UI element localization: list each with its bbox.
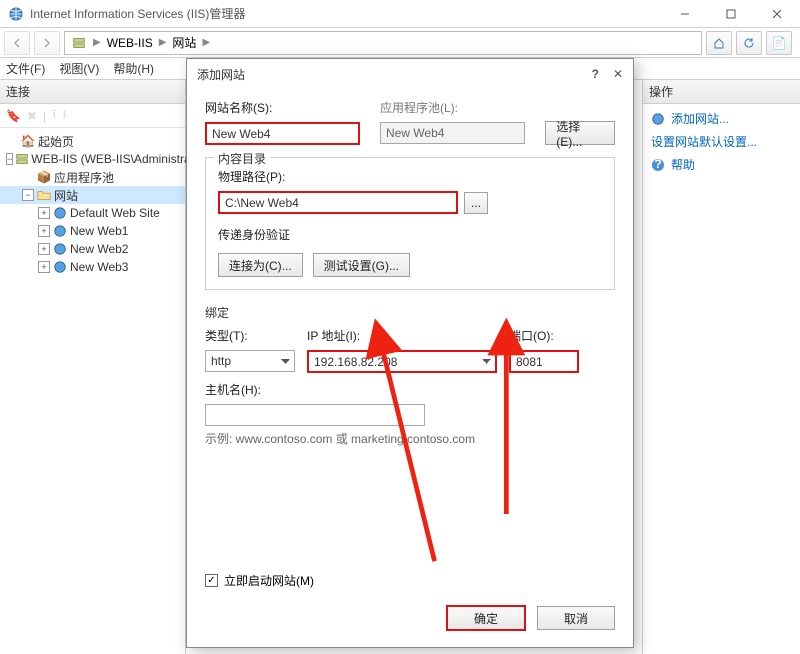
menu-help[interactable]: 帮助(H) <box>113 60 154 77</box>
type-label: 类型(T): <box>205 327 295 344</box>
delete-icon[interactable]: ✖ <box>27 109 37 123</box>
actions-header: 操作 <box>643 80 800 104</box>
physical-path-input[interactable]: C:\New Web4 <box>218 191 458 214</box>
window-title: Internet Information Services (IIS)管理器 <box>30 5 245 22</box>
expand-icon[interactable]: + <box>38 207 50 219</box>
connections-panel: 连接 🔖 ✖ | ⭱ ⭳ 🏠 起始页 − WEB-IIS (WEB-IIS\Ad… <box>0 80 186 654</box>
action-set-defaults[interactable]: 设置网站默认设置... <box>651 133 792 150</box>
test-settings-button[interactable]: 测试设置(G)... <box>313 253 410 277</box>
svg-text:?: ? <box>654 158 661 171</box>
start-immediately-checkbox[interactable]: ✓ 立即启动网站(M) <box>205 572 314 589</box>
tree-apppools[interactable]: 📦 应用程序池 <box>0 168 185 186</box>
apppool-input: New Web4 <box>380 122 525 144</box>
ip-address-select[interactable]: 192.168.82.208 <box>307 350 497 373</box>
path-label: 物理路径(P): <box>218 168 602 185</box>
tree-site[interactable]: + New Web3 <box>0 258 185 276</box>
connections-tree: 🏠 起始页 − WEB-IIS (WEB-IIS\Administrator) … <box>0 128 185 280</box>
server-icon <box>15 151 29 167</box>
hostname-example: 示例: www.contoso.com 或 marketing.contoso.… <box>205 430 615 447</box>
globe-icon <box>651 112 665 126</box>
hostname-input[interactable] <box>205 404 425 426</box>
home-icon: 🏠 <box>20 133 36 149</box>
menu-view[interactable]: 视图(V) <box>59 60 99 77</box>
expand-icon[interactable]: + <box>38 225 50 237</box>
close-button[interactable] <box>754 0 800 28</box>
port-input[interactable]: 8081 <box>509 350 579 373</box>
binding-type-select[interactable]: http <box>205 350 295 372</box>
chevron-right-icon: ▶ <box>159 37 167 48</box>
select-apppool-button[interactable]: 选择(E)... <box>545 121 615 145</box>
chevron-right-icon: ▶ <box>93 37 101 48</box>
checkbox-icon: ✓ <box>205 574 218 587</box>
home-button[interactable] <box>706 31 732 55</box>
back-button[interactable] <box>4 31 30 55</box>
tree-site[interactable]: + New Web1 <box>0 222 185 240</box>
dialog-title: 添加网站 <box>197 66 592 83</box>
globe-icon <box>52 241 68 257</box>
content-legend: 内容目录 <box>214 150 270 167</box>
connections-toolbar: 🔖 ✖ | ⭱ ⭳ <box>0 104 185 128</box>
expand-icon[interactable]: + <box>38 261 50 273</box>
menu-file[interactable]: 文件(F) <box>6 60 45 77</box>
action-help[interactable]: ? 帮助 <box>651 156 792 173</box>
minimize-button[interactable] <box>662 0 708 28</box>
tree-server[interactable]: − WEB-IIS (WEB-IIS\Administrator) <box>0 150 185 168</box>
server-icon <box>71 35 87 51</box>
down-icon[interactable]: ⭳ <box>62 105 66 126</box>
connections-header: 连接 <box>0 80 185 104</box>
action-add-website[interactable]: 添加网站... <box>651 110 792 127</box>
collapse-icon[interactable]: − <box>6 153 13 165</box>
up-icon[interactable]: ⭱ <box>52 105 56 126</box>
forward-button[interactable] <box>34 31 60 55</box>
breadcrumb-server[interactable]: WEB-IIS <box>107 36 153 50</box>
expand-icon[interactable]: + <box>38 243 50 255</box>
chevron-right-icon: ▶ <box>202 37 210 48</box>
content-directory-group: 内容目录 物理路径(P): C:\New Web4 ... 传递身份验证 连接为… <box>205 157 615 290</box>
browse-button[interactable]: ... <box>464 192 488 214</box>
ip-label: IP 地址(I): <box>307 327 497 344</box>
tree-start-page[interactable]: 🏠 起始页 <box>0 132 185 150</box>
apppool-icon: 📦 <box>36 169 52 185</box>
globe-icon <box>52 205 68 221</box>
dialog-title-bar: 添加网站 ? ✕ <box>187 59 633 89</box>
navigation-bar: ▶ WEB-IIS ▶ 网站 ▶ 📄 <box>0 28 800 58</box>
refresh-button[interactable] <box>736 31 762 55</box>
globe-icon <box>52 223 68 239</box>
port-label: 端口(O): <box>509 327 579 344</box>
help-icon: ? <box>651 158 665 172</box>
tree-site[interactable]: + New Web2 <box>0 240 185 258</box>
apppool-label: 应用程序池(L): <box>380 99 525 116</box>
dialog-help-button[interactable]: ? <box>592 67 599 81</box>
stop-button[interactable]: 📄 <box>766 31 792 55</box>
tree-sites[interactable]: − 网站 <box>0 186 185 204</box>
collapse-icon[interactable]: − <box>22 189 34 201</box>
passthrough-label: 传递身份验证 <box>218 226 602 243</box>
folder-icon <box>36 187 52 203</box>
app-icon <box>8 6 24 22</box>
binding-legend: 绑定 <box>205 304 615 321</box>
site-name-input[interactable]: New Web4 <box>205 122 360 145</box>
add-website-dialog: 添加网站 ? ✕ 网站名称(S): New Web4 应用程序池(L): New… <box>186 58 634 648</box>
globe-icon <box>52 259 68 275</box>
tree-site[interactable]: + Default Web Site <box>0 204 185 222</box>
cancel-button[interactable]: 取消 <box>537 606 615 630</box>
maximize-button[interactable] <box>708 0 754 28</box>
actions-panel: 操作 添加网站... 设置网站默认设置... ? 帮助 <box>642 80 800 654</box>
title-bar: Internet Information Services (IIS)管理器 <box>0 0 800 28</box>
site-name-label: 网站名称(S): <box>205 99 360 116</box>
hostname-label: 主机名(H): <box>205 381 615 398</box>
breadcrumb-sites[interactable]: 网站 <box>172 34 196 51</box>
dialog-close-button[interactable]: ✕ <box>613 67 623 81</box>
ok-button[interactable]: 确定 <box>447 606 525 630</box>
connect-icon[interactable]: 🔖 <box>6 109 21 123</box>
connect-as-button[interactable]: 连接为(C)... <box>218 253 303 277</box>
address-bar[interactable]: ▶ WEB-IIS ▶ 网站 ▶ <box>64 31 702 55</box>
